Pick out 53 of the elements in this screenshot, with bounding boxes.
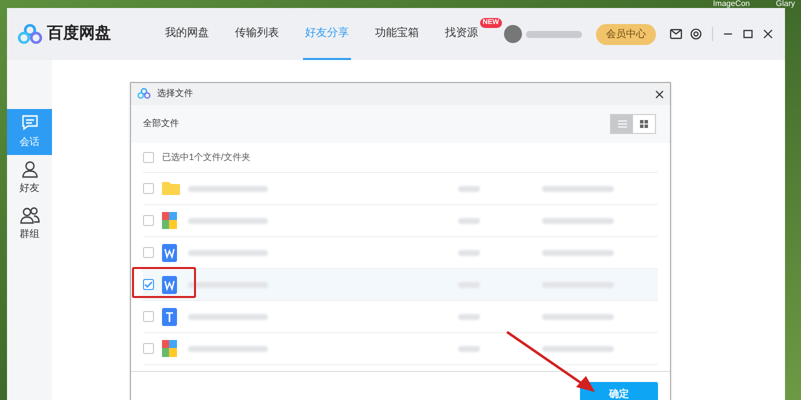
cloud-logo-icon — [137, 88, 151, 100]
blurred-file-date — [542, 346, 614, 352]
list-icon — [618, 120, 626, 128]
close-icon[interactable] — [763, 29, 773, 39]
chat-icon — [20, 114, 38, 132]
blurred-file-date — [542, 314, 614, 320]
checkbox[interactable] — [143, 215, 154, 226]
person-icon — [20, 160, 38, 178]
document-icon — [162, 244, 177, 262]
nav-tab[interactable]: 我的网盘 — [163, 8, 211, 60]
maximize-icon[interactable] — [743, 29, 753, 39]
text-file-icon — [162, 308, 177, 326]
document-icon — [162, 276, 177, 294]
nav-tab[interactable]: 传输列表 — [233, 8, 281, 60]
blurred-file-size — [458, 346, 480, 352]
blurred-username — [526, 30, 582, 38]
settings-icon[interactable] — [690, 28, 702, 40]
blurred-file-date — [542, 250, 614, 256]
close-icon[interactable] — [655, 90, 664, 98]
blurred-file-size — [458, 314, 480, 320]
vip-button[interactable]: 会员中心 — [596, 24, 656, 44]
desktop-icon-label[interactable]: Glary — [776, 0, 795, 8]
grid-icon — [640, 120, 648, 128]
archive-icon — [162, 340, 177, 357]
blurred-file-date — [542, 186, 614, 192]
dialog-title: 选择文件 — [157, 87, 193, 100]
archive-icon — [162, 212, 177, 229]
checkbox[interactable] — [143, 343, 154, 354]
desktop-icon-label[interactable]: ImageCon — [712, 0, 750, 8]
folder-icon — [162, 181, 180, 196]
avatar-icon[interactable] — [504, 25, 522, 43]
grid-view-button[interactable] — [633, 115, 655, 133]
people-icon — [20, 206, 40, 224]
checkbox[interactable] — [143, 247, 154, 258]
checkbox[interactable] — [143, 311, 154, 322]
blurred-file-size — [458, 218, 480, 224]
mail-icon[interactable] — [670, 29, 682, 39]
blurred-file-size — [458, 186, 480, 192]
checkbox[interactable] — [143, 152, 154, 163]
file-row[interactable] — [143, 269, 658, 301]
checkbox[interactable] — [143, 183, 154, 194]
nav-tab[interactable]: 功能宝箱 — [373, 8, 421, 60]
app-name: 百度网盘 — [47, 23, 112, 44]
annotation-highlight-box — [132, 267, 196, 298]
blurred-file-size — [458, 250, 480, 256]
selection-count: 已选中1个文件/文件夹 — [162, 150, 251, 164]
sidebar-item[interactable]: 好友 — [7, 155, 52, 201]
breadcrumb[interactable]: 全部文件 — [143, 117, 179, 131]
nav-tab[interactable]: 找资源 — [443, 8, 480, 60]
checkbox[interactable] — [143, 279, 154, 290]
cloud-logo-icon — [17, 24, 43, 44]
blurred-file-date — [542, 218, 614, 224]
sidebar-item[interactable]: 群组 — [7, 201, 52, 247]
